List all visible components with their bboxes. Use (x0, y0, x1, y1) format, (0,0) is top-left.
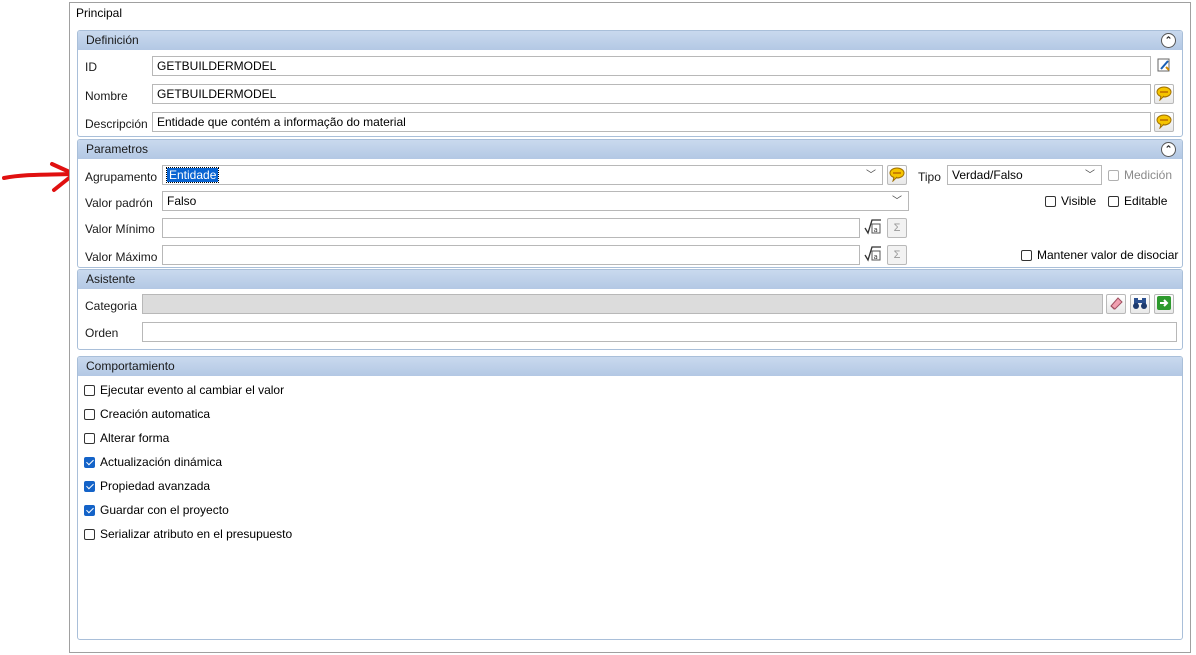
chevron-down-icon: ﹀ (892, 196, 902, 207)
checkbox-box[interactable] (84, 529, 95, 540)
valor-minimo-label: Valor Mínimo (85, 222, 155, 236)
medicion-checkbox-box[interactable] (1108, 170, 1119, 181)
speech-bubble-icon[interactable] (1154, 84, 1174, 104)
comportamiento-checkbox[interactable]: Ejecutar evento al cambiar el valor (84, 383, 284, 397)
comportamiento-checkbox[interactable]: Creación automatica (84, 407, 210, 421)
checkbox-box[interactable] (84, 433, 95, 444)
comportamiento-checkbox[interactable]: Serializar atributo en el presupuesto (84, 527, 292, 541)
tipo-value: Verdad/Falso (952, 168, 1023, 182)
parametros-header: Parametros (78, 140, 1182, 159)
formula-icon[interactable]: a (863, 218, 883, 238)
checkbox-box[interactable] (84, 505, 95, 516)
tipo-label: Tipo (918, 170, 941, 184)
eraser-icon[interactable] (1106, 294, 1126, 314)
medicion-checkbox[interactable]: Medición (1108, 168, 1172, 182)
asistente-header: Asistente (78, 270, 1182, 289)
speech-bubble-icon[interactable] (1154, 112, 1174, 132)
comportamiento-checkbox[interactable]: Guardar con el proyecto (84, 503, 229, 517)
valor-padron-select[interactable]: Falso ﹀ (162, 191, 909, 211)
editable-checkbox-box[interactable] (1108, 196, 1119, 207)
checkbox-box[interactable] (84, 385, 95, 396)
mantener-checkbox-box[interactable] (1021, 250, 1032, 261)
comportamiento-checkbox[interactable]: Propiedad avanzada (84, 479, 210, 493)
definicion-header: Definición (78, 31, 1182, 50)
speech-bubble-icon[interactable] (887, 165, 907, 185)
chevron-down-icon: ﹀ (1085, 170, 1095, 181)
categoria-field[interactable] (142, 294, 1103, 314)
visible-label: Visible (1061, 194, 1097, 208)
binoculars-icon[interactable] (1130, 294, 1150, 314)
mantener-label: Mantener valor de disociar (1037, 248, 1179, 262)
orden-field[interactable] (142, 322, 1177, 342)
formula-icon[interactable]: a (863, 245, 883, 265)
tab-principal[interactable]: Principal (76, 6, 122, 20)
editable-label: Editable (1124, 194, 1168, 208)
id-field[interactable]: GETBUILDERMODEL (152, 56, 1151, 76)
mantener-checkbox[interactable]: Mantener valor de disociar (1021, 248, 1178, 262)
valor-maximo-label: Valor Máximo (85, 250, 158, 264)
double-chevron-up-icon[interactable]: ⌃ (1161, 33, 1176, 48)
comportamiento-group: Comportamiento (77, 356, 1183, 640)
sigma-icon[interactable]: Σ (887, 218, 907, 238)
green-arrow-icon[interactable] (1154, 294, 1174, 314)
double-chevron-up-icon[interactable]: ⌃ (1161, 142, 1176, 157)
editable-checkbox[interactable]: Editable (1108, 194, 1167, 208)
visible-checkbox[interactable]: Visible (1045, 194, 1096, 208)
agrupamento-value: Entidade (165, 167, 220, 183)
descripcion-label: Descripción (85, 117, 148, 131)
valor-minimo-field[interactable] (162, 218, 860, 238)
checkbox-box[interactable] (84, 457, 95, 468)
id-label: ID (85, 60, 97, 74)
agrupamento-select[interactable]: Entidade ﹀ (162, 165, 883, 185)
chevron-down-icon: ﹀ (866, 170, 876, 181)
valor-padron-value: Falso (167, 194, 197, 208)
svg-text:a: a (874, 226, 878, 234)
tipo-select[interactable]: Verdad/Falso ﹀ (947, 165, 1102, 185)
valor-padron-label: Valor padrón (85, 196, 153, 210)
comportamiento-checkbox[interactable]: Alterar forma (84, 431, 169, 445)
edit-id-icon[interactable] (1154, 56, 1174, 76)
valor-maximo-field[interactable] (162, 245, 860, 265)
checkbox-label: Propiedad avanzada (100, 479, 211, 493)
visible-checkbox-box[interactable] (1045, 196, 1056, 207)
nombre-label: Nombre (85, 89, 128, 103)
checkbox-label: Actualización dinámica (100, 455, 223, 469)
checkbox-label: Ejecutar evento al cambiar el valor (100, 383, 285, 397)
checkbox-box[interactable] (84, 409, 95, 420)
medicion-label: Medición (1124, 168, 1173, 182)
checkbox-label: Serializar atributo en el presupuesto (100, 527, 293, 541)
red-arrow-icon (2, 162, 76, 192)
categoria-label: Categoria (85, 299, 138, 313)
checkbox-box[interactable] (84, 481, 95, 492)
svg-text:a: a (874, 253, 878, 261)
comportamiento-checkbox[interactable]: Actualización dinámica (84, 455, 222, 469)
comportamiento-header: Comportamiento (78, 357, 1182, 376)
checkbox-label: Alterar forma (100, 431, 170, 445)
descripcion-field[interactable]: Entidade que contém a informação do mate… (152, 112, 1151, 132)
orden-label: Orden (85, 326, 119, 340)
agrupamento-label: Agrupamento (85, 170, 158, 184)
nombre-field[interactable]: GETBUILDERMODEL (152, 84, 1151, 104)
sigma-icon[interactable]: Σ (887, 245, 907, 265)
checkbox-label: Guardar con el proyecto (100, 503, 229, 517)
checkbox-label: Creación automatica (100, 407, 211, 421)
